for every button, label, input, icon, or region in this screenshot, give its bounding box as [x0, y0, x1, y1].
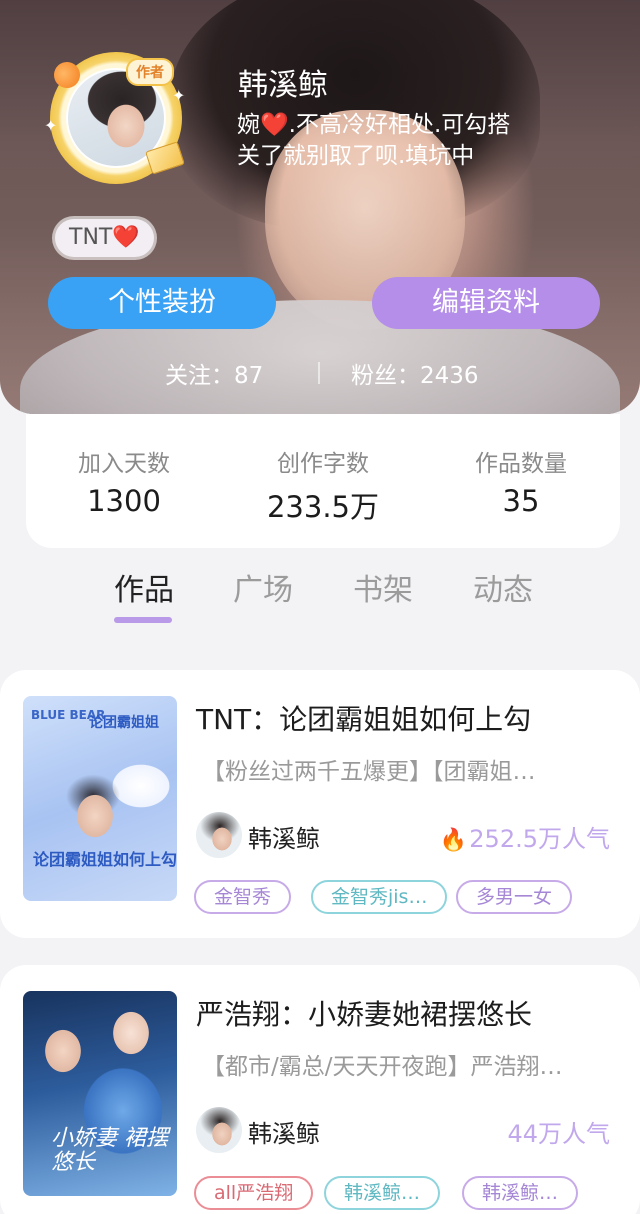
popularity-value: 44万人气 [507, 1120, 610, 1148]
author-avatar[interactable] [196, 1107, 242, 1153]
work-description: 【都市/霸总/天天开夜跑】严浩翔… [202, 1054, 563, 1080]
stat-value: 233.5万 [266, 490, 380, 524]
fan-tag-label: TNT [69, 225, 113, 250]
profile-avatar[interactable]: 作者 ✦ ✦ [44, 46, 189, 191]
work-title[interactable]: 严浩翔：小娇妻她裙摆悠长 [196, 993, 532, 1033]
cover-text: 论团霸姐姐如何上勾 [33, 850, 177, 869]
sparkle-icon: ✦ [172, 86, 186, 105]
tag-chip[interactable]: 多男一女 [456, 880, 573, 914]
work-description: 【粉丝过两千五爆更】【团霸姐… [202, 759, 536, 785]
heart-icon: ❤️ [112, 225, 140, 250]
popularity: 🔥252.5万人气 [440, 819, 610, 854]
popularity: 44万人气 [507, 1114, 610, 1149]
tag-chip[interactable]: 韩溪鲸… [462, 1176, 579, 1210]
follow-stats: 关注：87 粉丝：2436 [0, 352, 640, 392]
tag-chip[interactable]: 金智秀jis… [311, 880, 448, 914]
tab-plaza[interactable]: 广场 [223, 565, 303, 609]
work-cover[interactable]: 小娇妻 裙摆悠长 [23, 991, 177, 1196]
stat-value: 1300 [87, 484, 161, 518]
stat-work-count: 作品数量 35 [431, 444, 611, 518]
decorate-button[interactable]: 个性装扮 [48, 277, 276, 329]
work-card[interactable]: 小娇妻 裙摆悠长 严浩翔：小娇妻她裙摆悠长 【都市/霸总/天天开夜跑】严浩翔… … [0, 965, 640, 1214]
tag-chip[interactable]: all严浩翔 [194, 1176, 314, 1210]
work-card[interactable]: BLUE BEAR 论团霸姐姐 论团霸姐姐如何上勾 TNT：论团霸姐姐如何上勾 … [0, 670, 640, 938]
author-name[interactable]: 韩溪鲸 [248, 1114, 320, 1149]
profile-bio: 婉❤️.不高冷好相处.可勾搭 关了就别取了呗.填坑中 [237, 110, 510, 172]
profile-tabs: 作品 广场 书架 动态 [0, 555, 640, 635]
author-badge: 作者 [126, 58, 174, 86]
work-cover[interactable]: BLUE BEAR 论团霸姐姐 论团霸姐姐如何上勾 [23, 696, 177, 901]
author-name[interactable]: 韩溪鲸 [248, 819, 320, 854]
fans-count[interactable]: 粉丝：2436 [351, 356, 479, 390]
edit-profile-button[interactable]: 编辑资料 [372, 277, 600, 329]
profile-name: 韩溪鲸 [238, 68, 328, 103]
flame-icon: 🔥 [439, 828, 468, 853]
tab-bookshelf[interactable]: 书架 [343, 565, 423, 609]
popularity-value: 252.5万人气 [469, 825, 610, 853]
bio-line: 婉❤️.不高冷好相处.可勾搭 [237, 112, 511, 138]
stat-word-count: 创作字数 233.5万 [233, 444, 413, 526]
following-count[interactable]: 关注：87 [165, 356, 263, 390]
cover-text: 小娇妻 裙摆悠长 [51, 1126, 168, 1175]
stat-label: 作品数量 [475, 451, 567, 477]
divider [318, 362, 320, 384]
tab-works[interactable]: 作品 [104, 565, 184, 609]
bio-line: 关了就别取了呗.填坑中 [237, 143, 475, 169]
stat-value: 35 [502, 484, 540, 518]
stat-join-days: 加入天数 1300 [34, 444, 214, 518]
sparkle-icon: ✦ [44, 116, 58, 135]
tag-chip[interactable]: 韩溪鲸… [324, 1176, 441, 1210]
active-tab-indicator [114, 617, 172, 623]
work-title[interactable]: TNT：论团霸姐姐如何上勾 [196, 698, 531, 738]
cover-text: 论团霸姐姐 [89, 715, 159, 731]
author-avatar[interactable] [196, 812, 242, 858]
stat-label: 创作字数 [277, 451, 369, 477]
tag-chip[interactable]: 金智秀 [194, 880, 292, 914]
profile-header: 作者 ✦ ✦ 韩溪鲸 婉❤️.不高冷好相处.可勾搭 关了就别取了呗.填坑中 TN… [0, 0, 640, 414]
fan-tag[interactable]: TNT❤️ [55, 219, 154, 257]
stats-card: 加入天数 1300 创作字数 233.5万 作品数量 35 [26, 414, 620, 548]
tab-activity[interactable]: 动态 [463, 565, 543, 609]
stat-label: 加入天数 [78, 451, 170, 477]
